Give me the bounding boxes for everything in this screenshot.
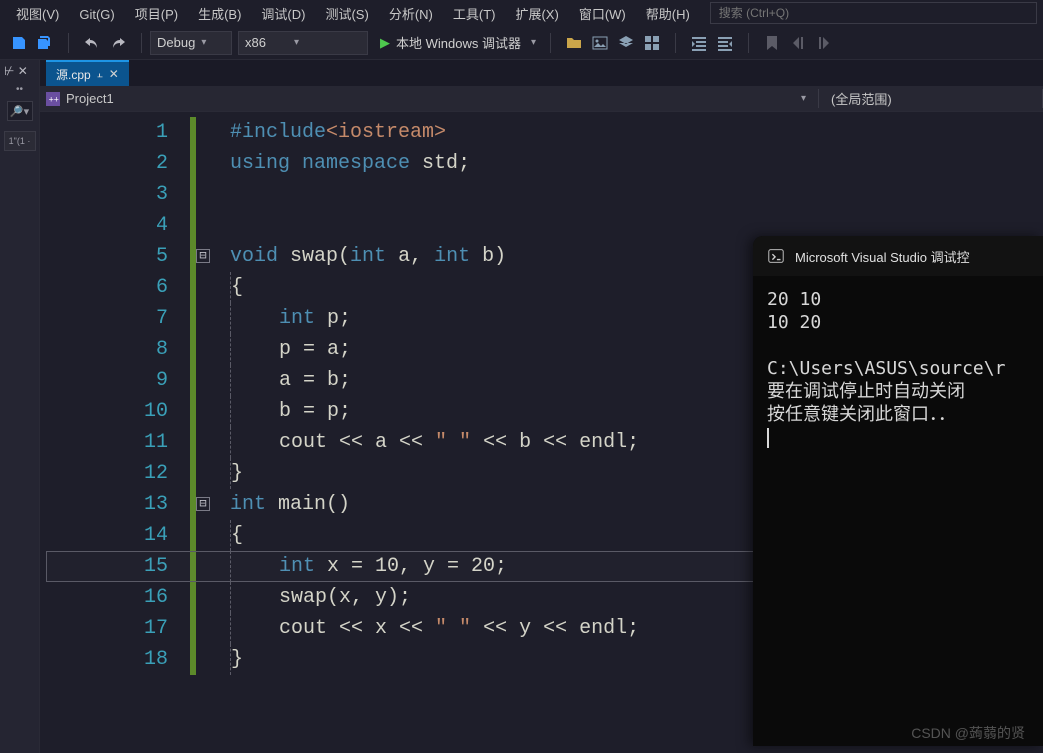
folder-icon[interactable] [563, 32, 585, 54]
line-number: 1 [40, 117, 168, 148]
line-number: 2 [40, 148, 168, 179]
panel-dots: •• [16, 84, 23, 95]
indent-icon[interactable] [688, 32, 710, 54]
menu-item[interactable]: 生成(B) [188, 3, 251, 26]
fold-column: ⊟⊟ [196, 112, 230, 753]
start-debug-button[interactable]: ▶ 本地 Windows 调试器 ▾ [374, 33, 542, 52]
layers-icon[interactable] [615, 32, 637, 54]
svg-text:++: ++ [49, 94, 59, 104]
menu-item[interactable]: 视图(V) [6, 3, 69, 26]
menu-item[interactable]: 项目(P) [125, 3, 188, 26]
play-icon: ▶ [380, 35, 390, 51]
windows-icon[interactable] [641, 32, 663, 54]
pin-icon[interactable]: ⊬ ✕ [4, 64, 28, 78]
console-output: 20 10 10 20 C:\Users\ASUS\source\r 要在调试停… [753, 276, 1043, 426]
debug-console-window[interactable]: Microsoft Visual Studio 调试控 20 10 10 20 … [753, 236, 1043, 746]
bookmark-icon[interactable] [761, 32, 783, 54]
menu-item[interactable]: 帮助(H) [636, 3, 700, 26]
scope-selector[interactable]: (全局范围) [818, 89, 1043, 108]
menu-item[interactable]: 测试(S) [315, 3, 378, 26]
line-number-gutter: 123456789101112131415161718 [40, 112, 190, 753]
console-cursor [767, 428, 769, 448]
save-icon[interactable] [8, 32, 30, 54]
platform-dropdown[interactable]: x86 ▾ [238, 31, 368, 55]
prev-bookmark-icon[interactable] [787, 32, 809, 54]
line-number: 17 [40, 613, 168, 644]
close-icon[interactable]: ✕ [109, 67, 119, 81]
code-line[interactable]: using namespace std; [230, 148, 1043, 179]
line-number: 12 [40, 458, 168, 489]
code-line[interactable]: #include<iostream> [230, 117, 1043, 148]
tab-strip: 源.cpp ⫠ ✕ [40, 60, 1043, 86]
save-all-icon[interactable] [34, 32, 56, 54]
menu-item[interactable]: 调试(D) [251, 3, 315, 26]
chevron-down-icon: ▾ [795, 93, 812, 104]
search-icon[interactable]: 🔎▾ [7, 101, 33, 121]
line-number: 16 [40, 582, 168, 613]
menu-item[interactable]: 扩展(X) [505, 3, 568, 26]
line-number: 13 [40, 489, 168, 520]
cpp-project-icon: ++ [46, 92, 60, 106]
line-number: 8 [40, 334, 168, 365]
chevron-down-icon: ▾ [294, 37, 299, 48]
tab-label: 源.cpp [56, 66, 91, 83]
outdent-icon[interactable] [714, 32, 736, 54]
project-name-label: Project1 [66, 91, 114, 106]
pin-icon[interactable]: ⫠ [97, 69, 103, 80]
menu-item[interactable]: 工具(T) [443, 3, 506, 26]
line-number: 15 [40, 551, 168, 582]
code-line[interactable] [230, 179, 1043, 210]
global-search-input[interactable] [710, 2, 1037, 24]
line-number: 5 [40, 241, 168, 272]
image-icon[interactable] [589, 32, 611, 54]
platform-label: x86 [245, 35, 266, 50]
scope-label: (全局范围) [831, 92, 892, 107]
main-toolbar: Debug ▾ x86 ▾ ▶ 本地 Windows 调试器 ▾ [0, 26, 1043, 60]
fold-toggle[interactable]: ⊟ [196, 249, 210, 263]
watermark-text: CSDN @蒟蒻的贤 [911, 723, 1025, 743]
line-number: 14 [40, 520, 168, 551]
panel-thumbnail[interactable]: 1"(1 · [4, 131, 36, 151]
navigation-bar: ++ Project1 ▾ (全局范围) [40, 86, 1043, 112]
menu-item[interactable]: Git(G) [69, 3, 124, 26]
side-panel: ⊬ ✕ •• 🔎▾ 1"(1 · [0, 60, 40, 753]
menu-bar: 视图(V)Git(G)项目(P)生成(B)调试(D)测试(S)分析(N)工具(T… [0, 0, 1043, 26]
fold-toggle[interactable]: ⊟ [196, 497, 210, 511]
tab-source-cpp[interactable]: 源.cpp ⫠ ✕ [46, 60, 129, 86]
menu-item[interactable]: 分析(N) [379, 3, 443, 26]
next-bookmark-icon[interactable] [813, 32, 835, 54]
console-titlebar[interactable]: Microsoft Visual Studio 调试控 [753, 236, 1043, 276]
menu-item[interactable]: 窗口(W) [569, 3, 636, 26]
line-number: 3 [40, 179, 168, 210]
project-selector[interactable]: ++ Project1 ▾ [40, 91, 818, 106]
line-number: 9 [40, 365, 168, 396]
line-number: 6 [40, 272, 168, 303]
chevron-down-icon: ▾ [201, 37, 206, 48]
line-number: 7 [40, 303, 168, 334]
line-number: 18 [40, 644, 168, 675]
line-number: 10 [40, 396, 168, 427]
terminal-icon [767, 247, 785, 265]
config-dropdown[interactable]: Debug ▾ [150, 31, 232, 55]
undo-icon[interactable] [81, 32, 103, 54]
start-debug-label: 本地 Windows 调试器 [396, 33, 521, 52]
config-label: Debug [157, 35, 195, 50]
line-number: 11 [40, 427, 168, 458]
line-number: 4 [40, 210, 168, 241]
redo-icon[interactable] [107, 32, 129, 54]
chevron-down-icon: ▾ [531, 37, 536, 48]
console-title: Microsoft Visual Studio 调试控 [795, 247, 970, 266]
